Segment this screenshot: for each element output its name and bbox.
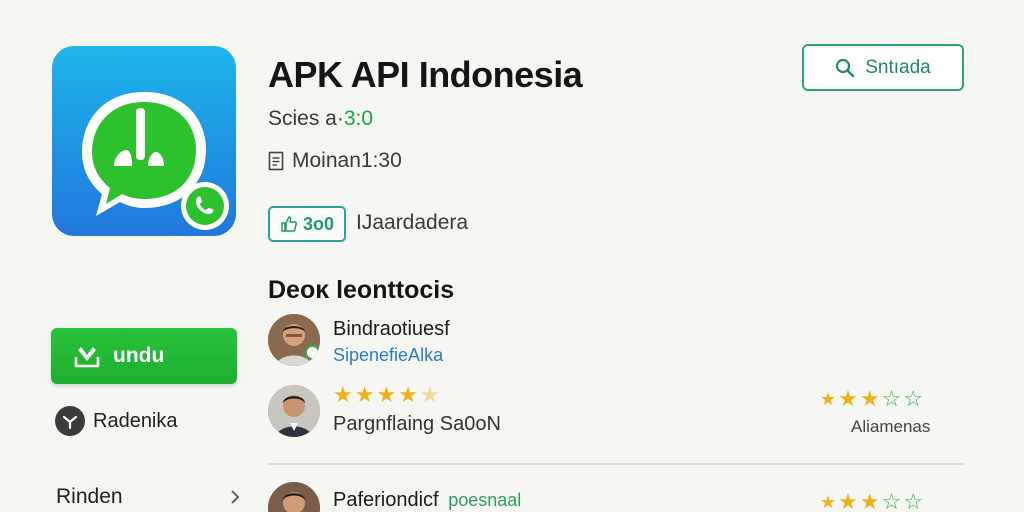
chat-bubble-icon (82, 92, 229, 230)
report-link[interactable]: Radenika (55, 406, 178, 436)
app-title: APK API Indonesia (268, 54, 583, 95)
like-count: 3o0 (302, 213, 335, 234)
star-half-icon: ★ (419, 382, 440, 407)
star-outline-icon: ☆ (903, 489, 924, 512)
download-icon (74, 347, 100, 368)
rating-widget[interactable]: ★ ★ ★ ☆ ☆ (820, 388, 923, 410)
star-full-icon: ★ (820, 389, 837, 409)
avatar (268, 482, 320, 512)
report-icon (55, 406, 85, 436)
star-full-icon: ★ (376, 382, 397, 407)
star-full-icon: ★ (333, 382, 353, 407)
avatar (268, 314, 320, 366)
thumbs-up-icon (281, 216, 298, 232)
document-icon (268, 151, 284, 171)
search-button[interactable]: Sntıada (802, 44, 964, 91)
like-button[interactable]: 3o0 (268, 206, 346, 242)
app-icon (52, 46, 236, 236)
report-label: Radenika (93, 409, 178, 432)
star-full-icon: ★ (354, 382, 375, 407)
star-outline-icon: ☆ (881, 386, 902, 411)
search-button-label: Sntıada (865, 56, 931, 78)
app-meta-value: 3:0 (343, 107, 374, 130)
reviewer-name: Bindraotiuesf (333, 318, 450, 340)
star-full-icon: ★ (859, 386, 880, 411)
related-link[interactable]: Rinden (56, 485, 240, 509)
reviewer-name-text: Paferiondicf (333, 489, 439, 511)
star-full-icon: ★ (838, 386, 858, 411)
star-full-icon: ★ (820, 492, 837, 512)
review-text: Pargnflaing Sa0oN (333, 413, 501, 435)
verified-badge (305, 345, 320, 360)
download-button-label: undu (113, 344, 165, 367)
star-outline-icon: ☆ (903, 386, 924, 411)
related-label: Rinden (56, 485, 123, 508)
reviewer-sub[interactable]: poesnaal (448, 490, 521, 510)
reviewer-sub[interactable]: SipenefieAlka (333, 345, 443, 366)
search-icon (836, 58, 855, 77)
star-full-icon: ★ (859, 489, 880, 512)
rating-widget[interactable]: ★ ★ ★ ☆ ☆ (820, 491, 923, 512)
chevron-right-icon (231, 490, 240, 504)
download-button[interactable]: undu (51, 328, 237, 384)
star-full-icon: ★ (398, 382, 418, 407)
review-rating: ★ ★ ★ ★ ★ (333, 384, 440, 406)
reviewer-name: Paferiondicf poesnaal (333, 489, 521, 512)
app-size: Moinan1:30 (268, 149, 402, 173)
app-meta: Scies a·3:0 (268, 107, 373, 131)
star-full-icon: ★ (838, 489, 858, 512)
rating-label: Aliamenas (851, 417, 931, 436)
app-size-label: Moinan1:30 (292, 149, 402, 172)
reviews-title: Deoĸ leonttocis (268, 276, 455, 304)
star-outline-icon: ☆ (881, 489, 902, 512)
avatar (268, 385, 320, 437)
divider (268, 463, 964, 465)
developer-name[interactable]: IJaardadera (356, 211, 468, 235)
app-meta-prefix: Scies a· (268, 107, 344, 130)
